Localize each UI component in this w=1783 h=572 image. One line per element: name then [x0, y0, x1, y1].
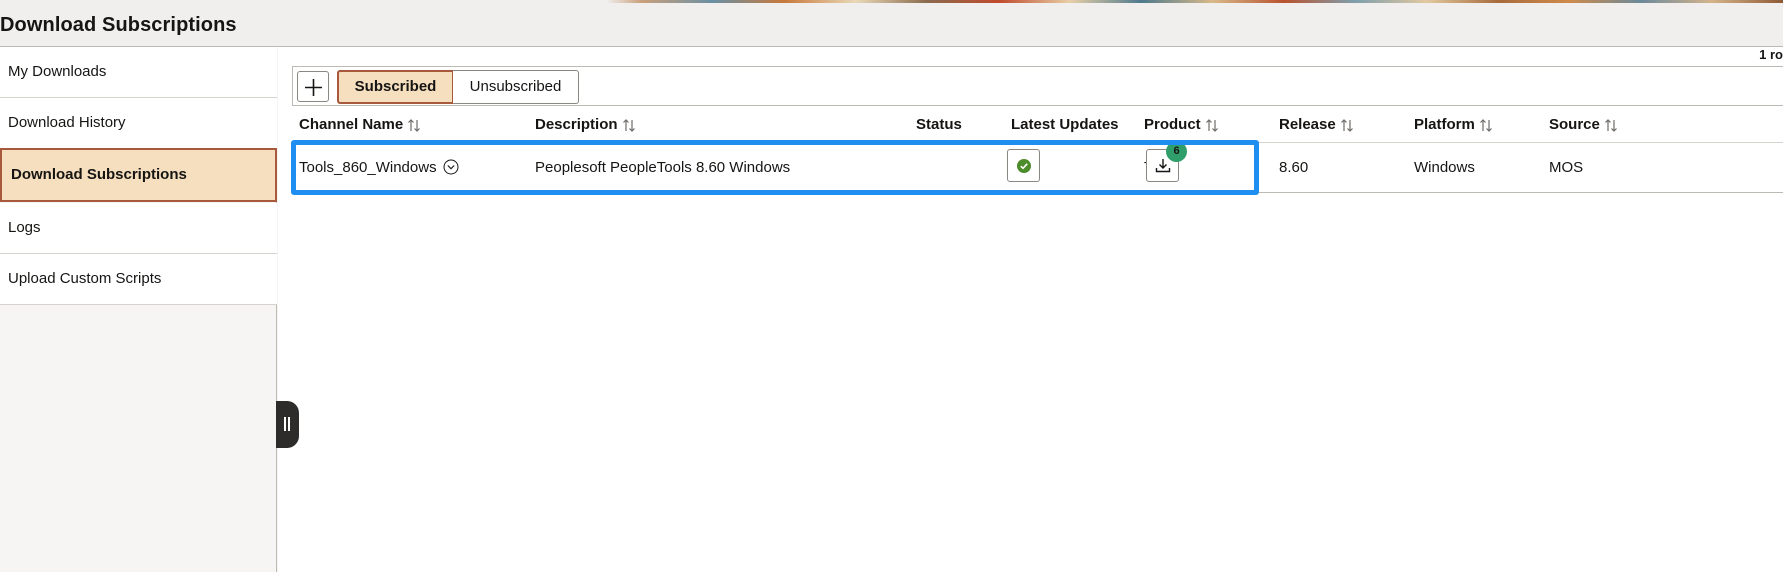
- add-button[interactable]: [297, 71, 329, 102]
- platform-cell: Windows: [1414, 159, 1475, 176]
- sidebar-item-label: Download History: [8, 114, 126, 131]
- sidebar-item-upload-custom-scripts[interactable]: Upload Custom Scripts: [0, 254, 277, 305]
- sort-icon: [1340, 118, 1353, 132]
- sort-icon: [1479, 118, 1492, 132]
- sidebar: My Downloads Download History Download S…: [0, 47, 277, 572]
- sort-icon: [1604, 118, 1617, 132]
- grid-toolbar: Subscribed Unsubscribed: [292, 66, 1783, 106]
- column-label: Channel Name: [299, 116, 404, 133]
- column-label: Source: [1549, 116, 1600, 133]
- main-content: 1 ro Subscribed Unsubscribed Channel Nam…: [278, 47, 1783, 572]
- channel-name-text: Tools_860_Windows: [299, 159, 437, 176]
- sort-icon: [1205, 118, 1218, 132]
- panel-collapse-handle[interactable]: [276, 401, 299, 448]
- check-circle-icon: [1017, 159, 1031, 173]
- description-cell: Peoplesoft PeopleTools 8.60 Windows: [535, 159, 791, 176]
- column-label: Release: [1279, 116, 1336, 133]
- column-header-latest-updates: Latest Updates: [1011, 116, 1119, 133]
- subscribed-toggle[interactable]: Subscribed: [337, 70, 454, 104]
- handle-grip-icon: [288, 417, 290, 431]
- sidebar-item-label: Logs: [8, 219, 41, 236]
- release-cell: 8.60: [1279, 159, 1309, 176]
- row-count: 1 ro: [1759, 47, 1783, 62]
- source-cell: MOS: [1549, 159, 1584, 176]
- updates-count-badge: 6: [1166, 141, 1187, 162]
- plus-icon: [305, 79, 322, 96]
- page-title: Download Subscriptions: [0, 14, 237, 36]
- sidebar-item-download-history[interactable]: Download History: [0, 98, 277, 149]
- column-header-product[interactable]: Product: [1144, 107, 1218, 143]
- unsubscribed-toggle[interactable]: Unsubscribed: [453, 70, 579, 104]
- column-header-status: Status: [916, 116, 962, 133]
- channel-name-cell[interactable]: Tools_860_Windows: [299, 143, 459, 193]
- column-header-release[interactable]: Release: [1279, 107, 1353, 143]
- status-button[interactable]: [1007, 149, 1040, 182]
- column-label: Platform: [1414, 116, 1475, 133]
- page-header: Download Subscriptions: [0, 3, 1783, 47]
- column-label: Description: [535, 116, 618, 133]
- sort-icon: [408, 118, 421, 132]
- sidebar-item-download-subscriptions[interactable]: Download Subscriptions: [0, 148, 277, 202]
- table-header: Channel Name Description Status Latest U…: [292, 107, 1783, 143]
- sidebar-item-my-downloads[interactable]: My Downloads: [0, 47, 277, 98]
- column-header-source[interactable]: Source: [1549, 107, 1617, 143]
- chevron-down-icon[interactable]: [443, 159, 459, 175]
- sidebar-item-label: Upload Custom Scripts: [8, 270, 162, 287]
- sidebar-item-label: Download Subscriptions: [11, 166, 187, 183]
- sort-icon: [622, 118, 635, 132]
- column-header-platform[interactable]: Platform: [1414, 107, 1492, 143]
- column-header-channel-name[interactable]: Channel Name: [299, 107, 421, 143]
- column-label: Product: [1144, 116, 1201, 133]
- handle-grip-icon: [284, 417, 286, 431]
- column-header-description[interactable]: Description: [535, 107, 635, 143]
- sidebar-item-label: My Downloads: [8, 63, 107, 80]
- sidebar-item-logs[interactable]: Logs: [0, 203, 277, 254]
